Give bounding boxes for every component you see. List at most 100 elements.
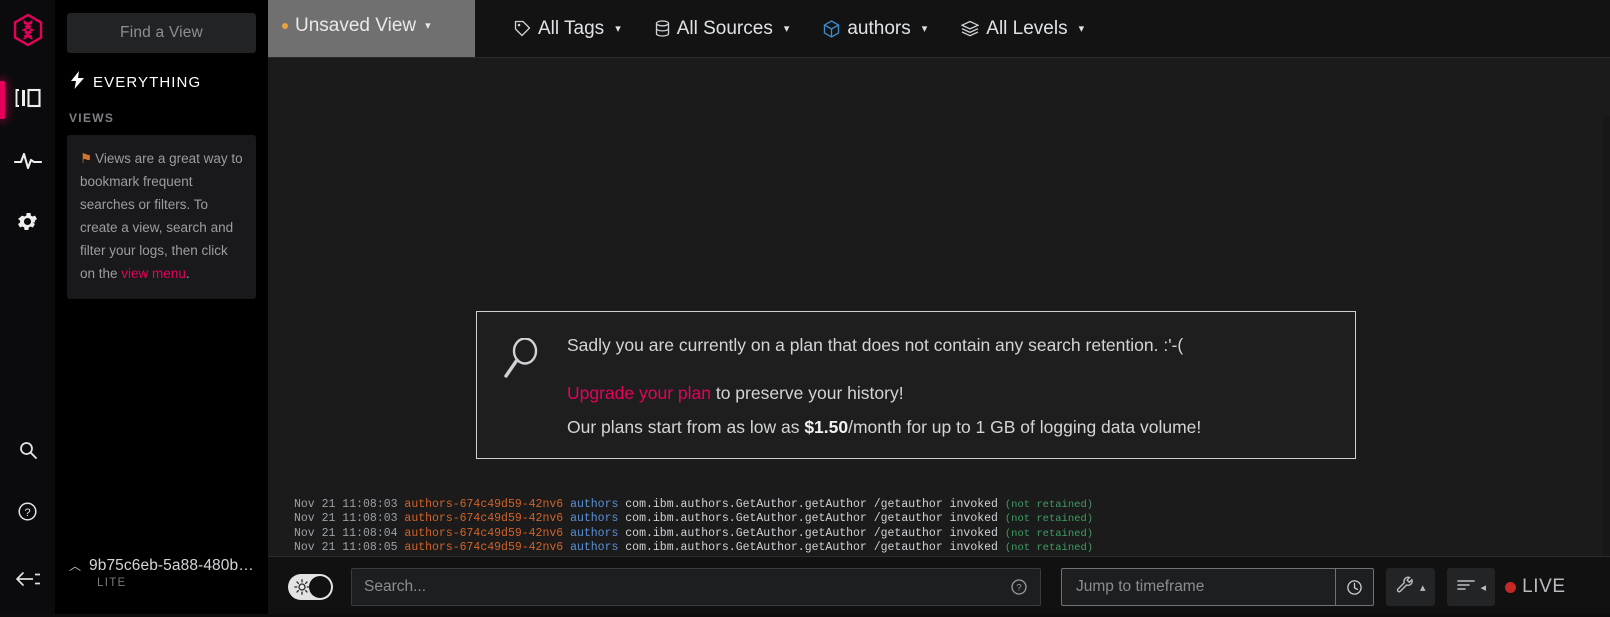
clock-icon[interactable] bbox=[1335, 569, 1373, 605]
timeframe-input[interactable]: Jump to timeframe bbox=[1062, 578, 1335, 596]
retention-line-2-rest: to preserve your history! bbox=[710, 383, 904, 403]
account-plan-badge: LITE bbox=[97, 577, 127, 589]
activity-pulse-icon bbox=[13, 150, 42, 175]
log-line[interactable]: Nov 21 11:08:04 authors-674c49d59-42nv6 … bbox=[294, 527, 1610, 542]
retention-line-2: Upgrade your plan to preserve your histo… bbox=[567, 383, 1329, 404]
log-retention-tag: (not retained) bbox=[1004, 542, 1094, 555]
filter-all-levels[interactable]: All Levels ▾ bbox=[944, 0, 1101, 58]
sidebar-item-search[interactable] bbox=[0, 421, 55, 483]
log-line[interactable]: Nov 21 11:08:05 authors-674c49d59-42nv6 … bbox=[294, 541, 1610, 556]
lines-button[interactable]: ◂ bbox=[1446, 568, 1496, 606]
log-timestamp: Nov 21 11:08:03 bbox=[294, 512, 405, 526]
magnifier-icon bbox=[503, 334, 547, 458]
filter-all-sources[interactable]: All Sources ▾ bbox=[638, 0, 807, 58]
everything-label: EVERYTHING bbox=[93, 73, 202, 91]
live-record-dot-icon bbox=[1505, 581, 1517, 593]
svg-text:?: ? bbox=[24, 507, 30, 519]
sun-icon bbox=[294, 579, 310, 595]
filter-apps-label: authors bbox=[847, 17, 911, 39]
tools-button[interactable]: ▴ bbox=[1386, 568, 1435, 606]
everything-item[interactable]: EVERYTHING bbox=[67, 67, 256, 97]
filter-all-tags[interactable]: All Tags ▾ bbox=[497, 0, 638, 58]
search-input[interactable]: Search... bbox=[364, 578, 1002, 596]
log-lines-container: Nov 21 11:08:03 authors-674c49d59-42nv6 … bbox=[268, 498, 1610, 556]
lines-icon bbox=[1456, 577, 1476, 598]
upgrade-plan-link[interactable]: Upgrade your plan bbox=[567, 383, 711, 403]
log-line[interactable]: Nov 21 11:08:03 authors-674c49d59-42nv6 … bbox=[294, 498, 1610, 513]
unsaved-dot-icon bbox=[282, 22, 288, 29]
database-icon bbox=[655, 20, 670, 37]
filter-all-levels-label: All Levels bbox=[986, 17, 1068, 39]
filter-apps[interactable]: authors ▾ bbox=[806, 0, 944, 58]
filter-group: All Tags ▾ All Sources ▾ authors ▾ All L… bbox=[475, 0, 1610, 57]
theme-toggle[interactable] bbox=[288, 574, 333, 600]
view-tab-label: Unsaved View bbox=[295, 14, 417, 36]
account-section[interactable]: ︿ 9b75c6eb-5a88-480b… LITE bbox=[55, 557, 268, 589]
layers-icon bbox=[961, 20, 980, 37]
log-viewport: Sadly you are currently on a plan that d… bbox=[268, 58, 1610, 556]
sidebar-item-settings[interactable] bbox=[0, 193, 55, 255]
log-timestamp: Nov 21 11:08:05 bbox=[294, 541, 405, 555]
chevron-down-icon: ▾ bbox=[783, 22, 790, 35]
vertical-scrollbar[interactable] bbox=[1603, 116, 1610, 556]
sidebar-item-collapse[interactable] bbox=[0, 545, 55, 617]
search-field-wrapper[interactable]: Search... ? bbox=[351, 568, 1041, 606]
views-sidebar: Find a View EVERYTHING VIEWS ⚑ Views are … bbox=[55, 0, 268, 617]
lightning-bolt-icon bbox=[71, 70, 84, 94]
top-filter-bar: Unsaved View ▾ All Tags ▾ All Sources ▾ … bbox=[268, 0, 1610, 58]
live-toggle[interactable]: LIVE bbox=[1505, 576, 1566, 598]
view-menu-link[interactable]: view menu bbox=[121, 266, 186, 281]
retention-line-3-post: /month for up to 1 GB of logging data vo… bbox=[848, 417, 1202, 437]
gear-icon bbox=[15, 209, 40, 239]
filter-all-sources-label: All Sources bbox=[676, 17, 773, 39]
chevron-down-icon: ▾ bbox=[615, 22, 621, 35]
log-message: com.ibm.authors.GetAuthor.getAuthor /get… bbox=[625, 526, 1005, 540]
filter-all-tags-label: All Tags bbox=[538, 17, 605, 39]
main-area: Unsaved View ▾ All Tags ▾ All Sources ▾ … bbox=[268, 0, 1610, 617]
log-app: authors bbox=[570, 526, 626, 540]
views-help-card: ⚑ Views are a great way to bookmark frequ… bbox=[67, 135, 256, 299]
theme-toggle-knob bbox=[309, 576, 331, 598]
views-section-header: VIEWS bbox=[69, 111, 115, 125]
bottom-toolbar: Search... ? Jump to timeframe ▴ ◂ LIVE bbox=[268, 556, 1610, 617]
sidebar-item-livetail[interactable] bbox=[0, 131, 55, 193]
log-message: com.ibm.authors.GetAuthor.getAuthor /get… bbox=[625, 541, 1005, 555]
tools-caret-icon: ▴ bbox=[1420, 581, 1426, 594]
views-help-text: Views are a great way to bookmark freque… bbox=[80, 151, 243, 281]
chevron-down-icon: ▾ bbox=[1078, 22, 1085, 35]
question-circle-icon: ? bbox=[17, 501, 38, 527]
lines-caret-icon: ◂ bbox=[1480, 581, 1487, 594]
log-message: com.ibm.authors.GetAuthor.getAuthor /get… bbox=[625, 512, 1005, 526]
view-tab-unsaved[interactable]: Unsaved View ▾ bbox=[268, 0, 475, 57]
log-app: authors bbox=[570, 497, 626, 511]
chevron-down-icon: ▾ bbox=[425, 20, 431, 32]
log-line[interactable]: Nov 21 11:08:03 authors-674c49d59-42nv6 … bbox=[294, 512, 1610, 527]
log-timestamp: Nov 21 11:08:03 bbox=[294, 497, 405, 511]
app-root: ? Find a View EVERYTHING VIEWS ⚑ Views a… bbox=[0, 0, 1610, 617]
log-host: authors-674c49d59-42nv6 bbox=[404, 526, 571, 540]
chevron-down-icon: ▾ bbox=[921, 22, 928, 35]
retention-line-1: Sadly you are currently on a plan that d… bbox=[567, 335, 1184, 355]
log-retention-tag: (not retained) bbox=[1004, 527, 1094, 540]
wrench-icon bbox=[1395, 575, 1415, 600]
chevron-up-icon: ︿ bbox=[69, 559, 82, 573]
dna-hexagon-logo[interactable] bbox=[8, 10, 48, 50]
search-help-icon[interactable]: ? bbox=[1010, 578, 1028, 596]
log-host: authors-674c49d59-42nv6 bbox=[404, 512, 571, 526]
retention-notice: Sadly you are currently on a plan that d… bbox=[476, 311, 1356, 459]
live-label: LIVE bbox=[1522, 576, 1566, 597]
views-help-text-end: . bbox=[185, 266, 190, 281]
log-host: authors-674c49d59-42nv6 bbox=[404, 541, 571, 555]
search-icon bbox=[18, 440, 38, 465]
retention-price: $1.50 bbox=[804, 417, 849, 437]
timeframe-field-wrapper[interactable]: Jump to timeframe bbox=[1061, 568, 1374, 606]
log-timestamp: Nov 21 11:08:04 bbox=[294, 526, 405, 540]
retention-line-3: Our plans start from as low as $1.50/mon… bbox=[567, 417, 1329, 438]
retention-line-3-pre: Our plans start from as low as bbox=[567, 417, 805, 437]
find-a-view-input[interactable]: Find a View bbox=[67, 13, 256, 53]
sidebar-item-help[interactable]: ? bbox=[0, 483, 55, 545]
log-retention-tag: (not retained) bbox=[1004, 498, 1094, 511]
svg-text:?: ? bbox=[1016, 583, 1021, 594]
sidebar-item-logs[interactable] bbox=[0, 69, 55, 131]
logs-panel-icon bbox=[15, 87, 41, 114]
